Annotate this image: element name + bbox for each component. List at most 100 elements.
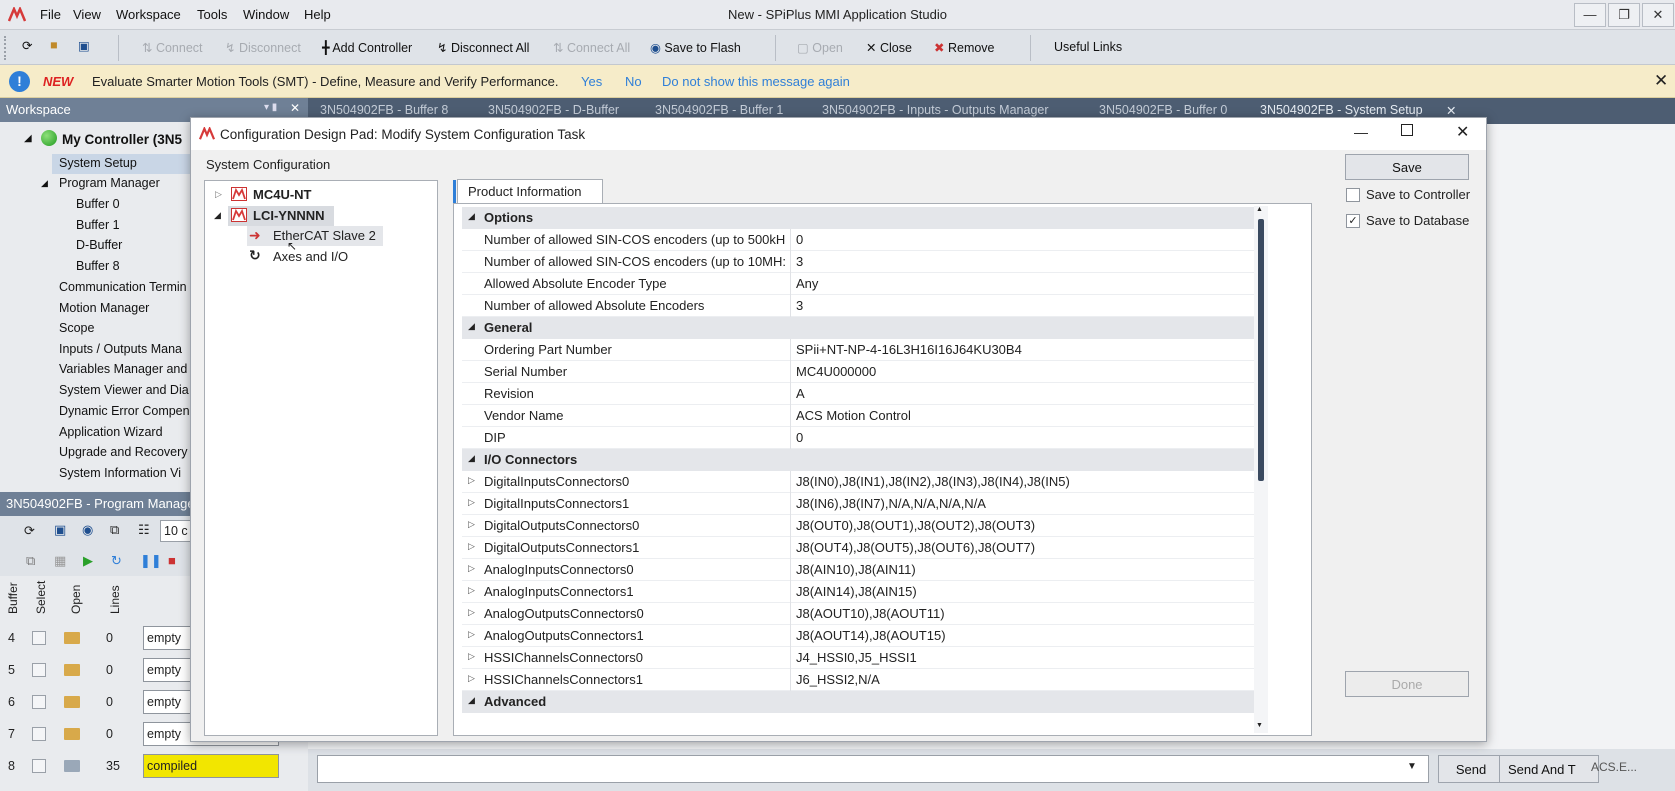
collapse-icon[interactable]: ◢: [214, 210, 221, 221]
expand-icon[interactable]: ▷: [468, 519, 475, 530]
tab-io-manager[interactable]: 3N504902FB - Inputs - Outputs Manager: [822, 103, 1049, 117]
pin-icon[interactable]: ▾ ▮: [264, 102, 277, 113]
restore-button[interactable]: ❐: [1608, 3, 1640, 27]
tree-node-lci[interactable]: LCI-YNNNN: [253, 208, 325, 223]
property-row[interactable]: ▷ DigitalInputsConnectors1 J8(IN6),J8(IN7)…: [462, 493, 1254, 515]
open-folder-icon[interactable]: [64, 664, 80, 676]
expand-icon[interactable]: ▷: [468, 475, 475, 486]
tree-dynamic-error[interactable]: Dynamic Error Compen: [59, 404, 190, 418]
notification-no-link[interactable]: No: [625, 74, 642, 89]
compile-icon[interactable]: ⧉: [26, 553, 35, 569]
tree-node-axes[interactable]: Axes and I/O: [273, 249, 348, 264]
expand-icon[interactable]: ◢: [24, 133, 32, 144]
close-button[interactable]: ✕ Close: [866, 40, 912, 55]
chevron-down-icon[interactable]: ▼: [1407, 761, 1417, 772]
open-folder-icon[interactable]: [64, 728, 80, 740]
useful-links-button[interactable]: Useful Links: [1054, 40, 1122, 54]
connect-button[interactable]: ⇅ Connect: [142, 40, 203, 55]
property-row[interactable]: ▷ AnalogInputsConnectors1 J8(AIN14),J8(AIN…: [462, 581, 1254, 603]
tree-system-setup[interactable]: System Setup: [59, 156, 137, 170]
tree-icon[interactable]: ☷: [138, 522, 150, 538]
copy-icon[interactable]: ⧉: [110, 522, 119, 538]
expand-icon[interactable]: ▷: [468, 651, 475, 662]
scroll-up-icon[interactable]: ▲: [1256, 206, 1263, 213]
refresh-icon[interactable]: ⟳: [22, 38, 32, 53]
remove-button[interactable]: ✖ Remove: [934, 40, 995, 55]
category-options[interactable]: ◢ Options: [462, 207, 1254, 229]
expand-icon[interactable]: ▷: [468, 585, 475, 596]
connect-all-button[interactable]: ⇅ Connect All: [553, 40, 630, 55]
tree-buffer-8[interactable]: Buffer 8: [76, 259, 120, 273]
command-input[interactable]: [317, 755, 1429, 783]
add-controller-button[interactable]: ╋ Add Controller: [322, 40, 412, 55]
step-icon[interactable]: ↻: [111, 553, 122, 569]
open-folder-icon[interactable]: [64, 632, 80, 644]
open-button[interactable]: ▢ Open: [797, 40, 843, 55]
notification-yes-link[interactable]: Yes: [581, 74, 602, 89]
flash-icon[interactable]: ◉: [82, 522, 93, 538]
minimize-button[interactable]: —: [1574, 3, 1606, 27]
category-general[interactable]: ◢ General: [462, 317, 1254, 339]
select-checkbox[interactable]: [32, 695, 46, 709]
property-row[interactable]: Serial Number MC4U000000: [462, 361, 1254, 383]
scroll-down-icon[interactable]: ▼: [1256, 722, 1263, 729]
send-and-button[interactable]: Send And T: [1499, 755, 1599, 783]
tree-communication-terminal[interactable]: Communication Termin: [59, 280, 187, 294]
property-row[interactable]: Allowed Absolute Encoder Type Any: [462, 273, 1254, 295]
scrollbar-thumb[interactable]: [1258, 219, 1264, 481]
property-row[interactable]: ▷ HSSIChannelsConnectors1 J6_HSSI2,N/A: [462, 669, 1254, 691]
tree-upgrade-recovery[interactable]: Upgrade and Recovery: [59, 445, 188, 459]
controller-root[interactable]: My Controller (3N5: [62, 132, 182, 147]
disconnect-button[interactable]: ↯ Disconnect: [225, 40, 301, 55]
tab-buffer-1[interactable]: 3N504902FB - Buffer 1: [655, 103, 783, 117]
property-row[interactable]: ▷ AnalogInputsConnectors0 J8(AIN10),J8(AIN…: [462, 559, 1254, 581]
save-icon[interactable]: ▣: [78, 38, 90, 53]
toolbar-grip[interactable]: [4, 36, 8, 60]
property-row[interactable]: Ordering Part Number SPii+NT-NP-4-16L3H16…: [462, 339, 1254, 361]
property-row[interactable]: Vendor Name ACS Motion Control: [462, 405, 1254, 427]
open-folder-icon[interactable]: [64, 760, 80, 772]
select-checkbox[interactable]: [32, 727, 46, 741]
disconnect-all-button[interactable]: ↯ Disconnect All: [437, 40, 529, 55]
dont-show-link[interactable]: Do not show this message again: [662, 74, 850, 89]
tree-scope[interactable]: Scope: [59, 321, 94, 335]
close-window-button[interactable]: ✕: [1642, 3, 1674, 27]
maximize-icon[interactable]: [1401, 124, 1413, 136]
tree-program-manager[interactable]: Program Manager: [59, 176, 160, 190]
property-row[interactable]: DIP 0: [462, 427, 1254, 449]
property-row[interactable]: Number of allowed SIN-COS encoders (up t…: [462, 229, 1254, 251]
close-notification-icon[interactable]: ✕: [1654, 71, 1668, 91]
category-advanced[interactable]: ◢ Advanced: [462, 691, 1254, 713]
close-panel-icon[interactable]: ✕: [290, 101, 300, 115]
property-row[interactable]: ▷ HSSIChannelsConnectors0 J4_HSSI0,J5_HSSI…: [462, 647, 1254, 669]
minimize-icon[interactable]: —: [1354, 124, 1368, 140]
property-row[interactable]: Number of allowed SIN-COS encoders (up t…: [462, 251, 1254, 273]
new-icon[interactable]: ⟳: [24, 523, 35, 539]
tab-system-setup[interactable]: 3N504902FB - System Setup: [1260, 103, 1423, 117]
property-row[interactable]: ▷ DigitalOutputsConnectors0 J8(OUT0),J8(OU…: [462, 515, 1254, 537]
tree-buffer-0[interactable]: Buffer 0: [76, 197, 120, 211]
tab-product-information[interactable]: Product Information: [457, 179, 603, 204]
close-dialog-icon[interactable]: ✕: [1456, 122, 1469, 142]
compile-all-icon[interactable]: ▦: [54, 553, 66, 569]
pause-icon[interactable]: ❚❚: [140, 553, 162, 569]
expand-icon[interactable]: ▷: [468, 541, 475, 552]
send-button[interactable]: Send: [1438, 755, 1504, 783]
property-row[interactable]: ▷ DigitalInputsConnectors0 J8(IN0),J8(IN1)…: [462, 471, 1254, 493]
tree-motion-manager[interactable]: Motion Manager: [59, 301, 149, 315]
category-io-connectors[interactable]: ◢ I/O Connectors: [462, 449, 1254, 471]
stop-icon[interactable]: ■: [168, 553, 176, 568]
expand-icon[interactable]: ▷: [468, 673, 475, 684]
save-to-flash-button[interactable]: ◉ Save to Flash: [650, 40, 741, 55]
expand-icon[interactable]: ▷: [215, 189, 222, 200]
property-row[interactable]: ▷ AnalogOutputsConnectors0 J8(AOUT10),J8(A…: [462, 603, 1254, 625]
expand-icon[interactable]: ▷: [468, 607, 475, 618]
tab-buffer-8[interactable]: 3N504902FB - Buffer 8: [320, 103, 448, 117]
tab-d-buffer[interactable]: 3N504902FB - D-Buffer: [488, 103, 619, 117]
save-icon[interactable]: ▣: [54, 522, 66, 538]
select-checkbox[interactable]: [32, 631, 46, 645]
property-row[interactable]: ▷ AnalogOutputsConnectors1 J8(AOUT14),J8(A…: [462, 625, 1254, 647]
property-row[interactable]: Number of allowed Absolute Encoders 3: [462, 295, 1254, 317]
expand-icon[interactable]: ▷: [468, 629, 475, 640]
open-folder-icon[interactable]: ■: [50, 38, 58, 52]
